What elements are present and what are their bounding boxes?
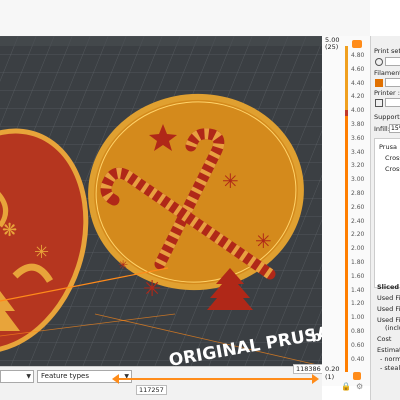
layer-tick-label: 0.40	[351, 355, 365, 363]
infill-select[interactable]: 15%	[389, 124, 400, 133]
printer-label: Printer :	[374, 89, 400, 97]
svg-text:✳: ✳	[34, 242, 49, 263]
sliced-info-label: Sliced In	[377, 283, 400, 291]
chevron-down-icon: ▼	[124, 373, 129, 380]
layer-bottom-value: 0.20	[325, 365, 340, 373]
layer-tick-label: 4.00	[351, 107, 365, 115]
object-list[interactable]: Prusa Crosse Crosse	[374, 138, 400, 288]
list-item[interactable]: Crosse	[385, 154, 400, 162]
layer-tick-label: 3.40	[351, 148, 365, 156]
move-slider-left-value: 117257	[136, 385, 167, 395]
layer-tick-label: 4.20	[351, 93, 365, 101]
filament-label: Filament :	[374, 69, 400, 77]
svg-text:❋: ❋	[2, 220, 17, 241]
layer-tick-label: 3.00	[351, 176, 365, 184]
move-slider-track[interactable]	[118, 378, 314, 380]
layer-track-upper[interactable]	[345, 46, 348, 110]
move-slider-right-value: 118386	[293, 364, 324, 374]
layer-tick-label: 0.80	[351, 328, 365, 335]
filament-color-swatch[interactable]	[375, 79, 383, 87]
move-slider-left-knob[interactable]	[112, 374, 119, 384]
layer-tick-label: 4.60	[351, 65, 365, 73]
layer-tick-label: 4.40	[351, 79, 365, 87]
bed-scene: ✳ ❋ ✳ ✳ ✳ ✳ ORIGINAL PRUSA b	[0, 36, 322, 366]
view-type-label: Feature types	[41, 372, 89, 380]
cost-label: Cost	[377, 335, 392, 343]
layer-tick-label: 2.80	[351, 190, 365, 197]
info-row: Used Fila	[377, 294, 400, 302]
infill-label: Infill:	[374, 125, 390, 133]
layer-tick-label: 4.80	[351, 52, 365, 59]
estimated-label: Estimate	[377, 346, 400, 354]
bed-brand-suffix: b	[310, 328, 322, 345]
layer-tick-label: 1.80	[351, 259, 365, 266]
layer-tick-label: 1.00	[351, 314, 365, 322]
bottom-toolbar: ▼ Feature types ▼ 118386 117257	[0, 364, 324, 400]
layer-tick-label: 3.20	[351, 162, 365, 170]
right-sidebar: Print settin Filament : Printer : Suppor…	[370, 36, 400, 400]
info-row: (inclu	[385, 324, 400, 332]
print-settings-icon	[375, 58, 383, 66]
print-settings-select[interactable]	[385, 57, 400, 66]
svg-text:✳: ✳	[222, 169, 239, 193]
layer-tick-label: 3.80	[351, 121, 365, 128]
layer-tick-label: 1.60	[351, 272, 365, 280]
layer-tick-label: 1.40	[351, 286, 365, 294]
list-item[interactable]: Crosse	[385, 165, 400, 173]
print-settings-label: Print settin	[374, 47, 400, 55]
svg-text:✳: ✳	[143, 277, 161, 302]
settings-cog-icon[interactable]: ⚙	[356, 382, 363, 391]
layer-bottom-index: (1)	[325, 373, 335, 381]
layer-tick-label: 3.60	[351, 134, 365, 142]
svg-text:✳: ✳	[118, 258, 128, 272]
supports-label: Supports:	[374, 113, 400, 121]
printer-icon	[375, 99, 383, 107]
normal-mode-label: - norma	[380, 355, 400, 363]
top-bar	[0, 0, 370, 36]
printer-select[interactable]	[385, 98, 400, 107]
3d-viewport[interactable]: ✳ ❋ ✳ ✳ ✳ ✳ ORIGINAL PRUSA b	[0, 36, 322, 366]
stealth-mode-label: - stealt	[380, 364, 400, 372]
layer-tick-label: 1.20	[351, 300, 365, 308]
chevron-down-icon: ▼	[26, 373, 31, 380]
filament-select[interactable]	[385, 78, 400, 87]
svg-text:✳: ✳	[255, 229, 272, 253]
move-slider-right-knob[interactable]	[312, 374, 319, 384]
layer-top-index: (25)	[325, 43, 339, 51]
layer-marker	[345, 110, 348, 116]
layer-top-knob[interactable]	[352, 40, 362, 48]
layer-tick-label: 2.00	[351, 245, 365, 253]
info-row: Used Fila	[377, 316, 400, 324]
layer-tick-label: 0.60	[351, 341, 365, 349]
lock-icon[interactable]: 🔒	[341, 382, 351, 391]
list-item[interactable]: Prusa	[379, 143, 397, 151]
layer-track-lower[interactable]	[345, 110, 348, 372]
layer-tick-label: 2.20	[351, 231, 365, 239]
view-mode-select[interactable]: ▼	[0, 370, 34, 383]
layer-bottom-knob[interactable]	[353, 372, 361, 380]
info-row: Used Fila	[377, 305, 400, 313]
layer-tick-label: 2.60	[351, 203, 365, 211]
prusaslicer-preview-window: ✳ ❋ ✳ ✳ ✳ ✳ ORIGINAL PRUSA b ▼ Feature t…	[0, 0, 400, 400]
layer-tick-label: 2.40	[351, 217, 365, 225]
